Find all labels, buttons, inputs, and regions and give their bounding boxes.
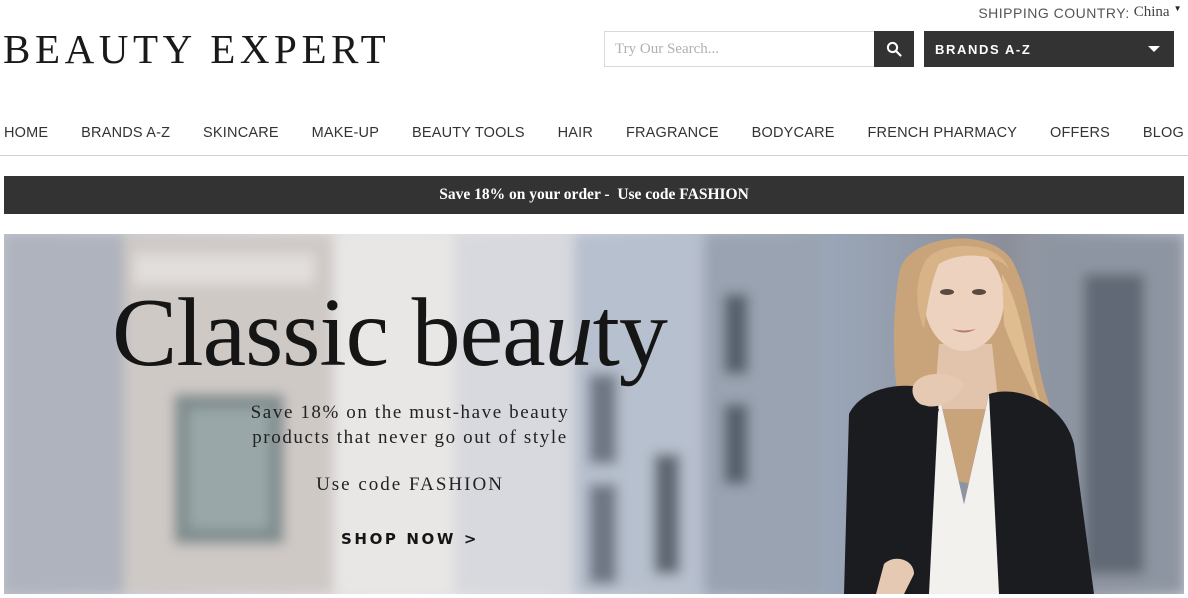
nav-item-brands[interactable]: BRANDS A-Z — [81, 125, 170, 141]
nav-item-blog[interactable]: BLOG — [1143, 125, 1184, 141]
hero-subtitle-line1: Save 18% on the must-have beauty — [250, 402, 570, 423]
hero-title: Classic beauty — [112, 279, 668, 387]
shipping-country-selector[interactable]: SHIPPING COUNTRY: China ▼ — [978, 4, 1182, 21]
nav-item-home[interactable]: HOME — [4, 125, 48, 141]
chevron-down-icon — [1148, 46, 1160, 52]
search-button[interactable] — [874, 31, 914, 67]
brands-dropdown[interactable]: BRANDS A-Z — [924, 31, 1174, 67]
nav-item-fragrance[interactable]: FRAGRANCE — [626, 125, 719, 141]
nav-item-skincare[interactable]: SKINCARE — [203, 125, 279, 141]
hero-subtitle-line2: products that never go out of style — [252, 427, 568, 448]
search-bar — [604, 31, 914, 67]
brands-dropdown-label: BRANDS A-Z — [935, 41, 1032, 57]
site-logo[interactable]: BEAUTY EXPERT — [3, 26, 390, 72]
hero-banner[interactable]: Classic beauty Save 18% on the must-have… — [4, 234, 1184, 594]
search-icon — [886, 41, 902, 57]
shipping-country-value: China — [1133, 4, 1170, 20]
nav-item-makeup[interactable]: MAKE-UP — [312, 125, 379, 141]
hero-promo-code: Use code FASHION — [316, 474, 504, 495]
caret-down-icon: ▼ — [1173, 4, 1182, 13]
shop-now-button[interactable]: SHOP NOW > — [304, 530, 516, 548]
nav-item-beauty-tools[interactable]: BEAUTY TOOLS — [412, 125, 525, 141]
nav-item-offers[interactable]: OFFERS — [1050, 125, 1110, 141]
search-input[interactable] — [604, 31, 874, 67]
nav-item-french-pharmacy[interactable]: FRENCH PHARMACY — [868, 125, 1018, 141]
model-photo — [844, 238, 1094, 594]
hero-subtitle: Save 18% on the must-have beauty product… — [244, 400, 576, 450]
main-nav: HOME BRANDS A-Z SKINCARE MAKE-UP BEAUTY … — [0, 110, 1188, 156]
nav-item-hair[interactable]: HAIR — [558, 125, 593, 141]
promo-banner[interactable]: Save 18% on your order - Use code FASHIO… — [4, 176, 1184, 214]
nav-item-bodycare[interactable]: BODYCARE — [752, 125, 835, 141]
shipping-label: SHIPPING COUNTRY: — [978, 4, 1130, 21]
